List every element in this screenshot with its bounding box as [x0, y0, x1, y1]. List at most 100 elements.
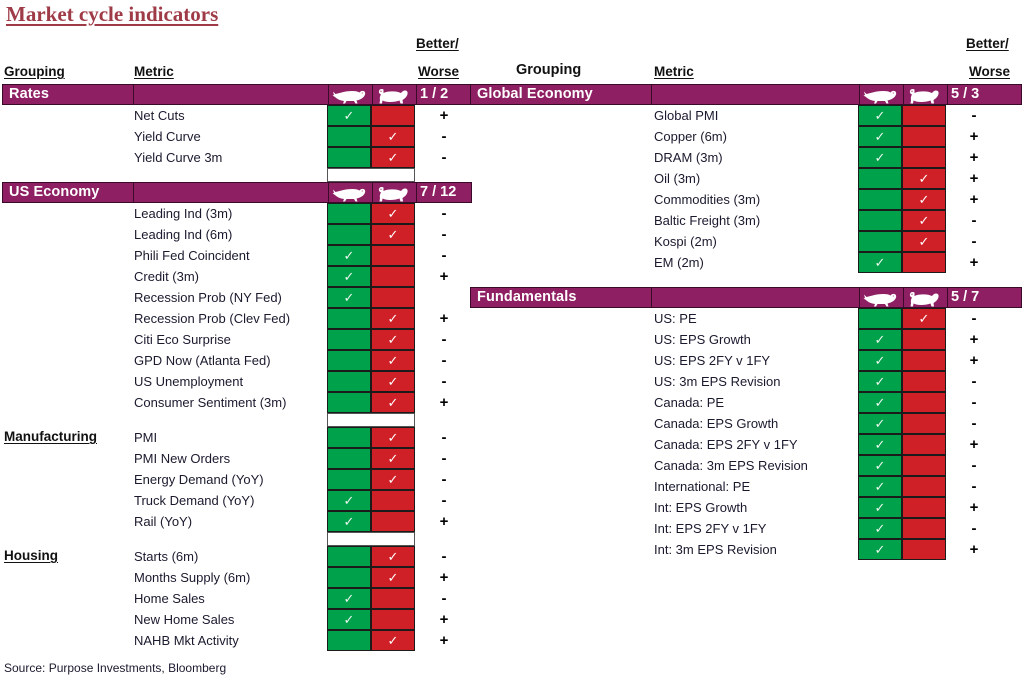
- bear-cell: [902, 497, 946, 518]
- check-icon: ✓: [874, 129, 886, 144]
- bull-icon: [863, 87, 897, 104]
- metric-label: Int: EPS 2FY v 1FY: [654, 521, 767, 536]
- better-worse-value: +: [969, 191, 979, 208]
- check-icon: ✓: [387, 374, 399, 389]
- bear-cell: ✓: [371, 630, 415, 651]
- better-worse-value: +: [439, 268, 449, 285]
- bull-cell: ✓: [327, 609, 371, 630]
- bear-cell: ✓: [371, 224, 415, 245]
- metric-label: Truck Demand (YoY): [134, 493, 255, 508]
- better-worse-value: +: [439, 632, 449, 649]
- check-icon: ✓: [387, 150, 399, 165]
- bull-cell: ✓: [858, 392, 902, 413]
- group-score: 7 / 12: [420, 184, 457, 200]
- better-worse-value: +: [969, 352, 979, 369]
- check-icon: ✓: [343, 493, 355, 508]
- bear-cell: ✓: [902, 308, 946, 329]
- metric-label: Credit (3m): [134, 269, 200, 284]
- header-better-right: Better/: [966, 36, 1009, 51]
- bull-cell: [327, 329, 371, 350]
- check-icon: ✓: [874, 108, 886, 123]
- bear-cell: [371, 490, 415, 511]
- bear-cell: ✓: [371, 448, 415, 469]
- band-divider-0: [651, 288, 652, 307]
- metric-label: US Unemployment: [134, 374, 244, 389]
- subgroup-label-manufacturing: Manufacturing: [4, 429, 97, 444]
- bear-cell: [902, 413, 946, 434]
- better-worse-value: -: [441, 331, 447, 348]
- bull-cell: [327, 427, 371, 448]
- metric-label: Net Cuts: [134, 108, 185, 123]
- header-metric-left: Metric: [134, 64, 174, 79]
- page-title: Market cycle indicators: [6, 2, 219, 26]
- better-worse-value: -: [441, 548, 447, 565]
- metric-label: Phili Fed Coincident: [134, 248, 250, 263]
- bear-cell: ✓: [371, 371, 415, 392]
- better-worse-value: -: [441, 149, 447, 166]
- bear-cell: ✓: [902, 231, 946, 252]
- bear-cell: ✓: [371, 392, 415, 413]
- group-band-rates: Rates 1 / 2: [2, 84, 472, 105]
- better-worse-value: -: [441, 590, 447, 607]
- bull-cell: [327, 392, 371, 413]
- bull-cell: ✓: [327, 105, 371, 126]
- metric-label: Recession Prob (NY Fed): [134, 290, 282, 305]
- bull-cell: ✓: [858, 413, 902, 434]
- check-icon: ✓: [387, 332, 399, 347]
- better-worse-value: +: [969, 128, 979, 145]
- group-band-global-economy: Global Economy 5 / 3: [470, 84, 1022, 105]
- bear-cell: [902, 455, 946, 476]
- check-icon: ✓: [874, 353, 886, 368]
- better-worse-value: +: [439, 513, 449, 530]
- header-grouping-right: Grouping: [516, 62, 582, 78]
- bull-cell: [327, 630, 371, 651]
- better-worse-value: +: [969, 254, 979, 271]
- bull-cell: [858, 231, 902, 252]
- better-worse-value: +: [969, 541, 979, 558]
- bull-cell: [327, 224, 371, 245]
- metric-label: US: PE: [654, 311, 697, 326]
- bear-cell: [371, 588, 415, 609]
- bull-cell: [327, 126, 371, 147]
- better-worse-value: -: [971, 233, 977, 250]
- metric-label: US: 3m EPS Revision: [654, 374, 781, 389]
- check-icon: ✓: [387, 549, 399, 564]
- bull-cell: ✓: [858, 476, 902, 497]
- metric-label: EM (2m): [654, 255, 704, 270]
- bull-cell: [327, 203, 371, 224]
- header-worse-right: Worse: [969, 64, 1011, 79]
- bull-cell: ✓: [327, 245, 371, 266]
- metric-label: Consumer Sentiment (3m): [134, 395, 287, 410]
- bull-cell: ✓: [858, 455, 902, 476]
- bull-cell: ✓: [858, 252, 902, 273]
- better-worse-value: -: [971, 478, 977, 495]
- subgroup-label-housing: Housing: [4, 548, 58, 563]
- group-band-us-economy: US Economy 7 / 12: [2, 182, 472, 203]
- metric-label: New Home Sales: [134, 612, 235, 627]
- bull-cell: ✓: [858, 105, 902, 126]
- metric-label: Copper (6m): [654, 129, 727, 144]
- bull-cell: ✓: [327, 287, 371, 308]
- better-worse-value: -: [971, 457, 977, 474]
- bear-cell: [902, 147, 946, 168]
- metric-label: PMI: [134, 430, 158, 445]
- metric-label: Int: EPS Growth: [654, 500, 748, 515]
- metric-label: Yield Curve 3m: [134, 150, 223, 165]
- check-icon: ✓: [874, 521, 886, 536]
- bull-cell: ✓: [858, 434, 902, 455]
- better-worse-value: +: [969, 149, 979, 166]
- metric-label: Recession Prob (Clev Fed): [134, 311, 291, 326]
- source-note: Source: Purpose Investments, Bloomberg: [4, 661, 227, 675]
- group-band-label: Fundamentals: [477, 289, 577, 305]
- group-band-fundamentals: Fundamentals 5 / 7: [470, 287, 1022, 308]
- bear-icon: [907, 87, 941, 104]
- bear-cell: [902, 434, 946, 455]
- bull-cell: ✓: [858, 350, 902, 371]
- metric-label: Months Supply (6m): [134, 570, 251, 585]
- bull-cell: ✓: [327, 266, 371, 287]
- metric-label: Rail (YoY): [134, 514, 193, 529]
- bear-cell: ✓: [371, 567, 415, 588]
- bear-cell: ✓: [371, 427, 415, 448]
- check-icon: ✓: [874, 437, 886, 452]
- better-worse-value: +: [969, 499, 979, 516]
